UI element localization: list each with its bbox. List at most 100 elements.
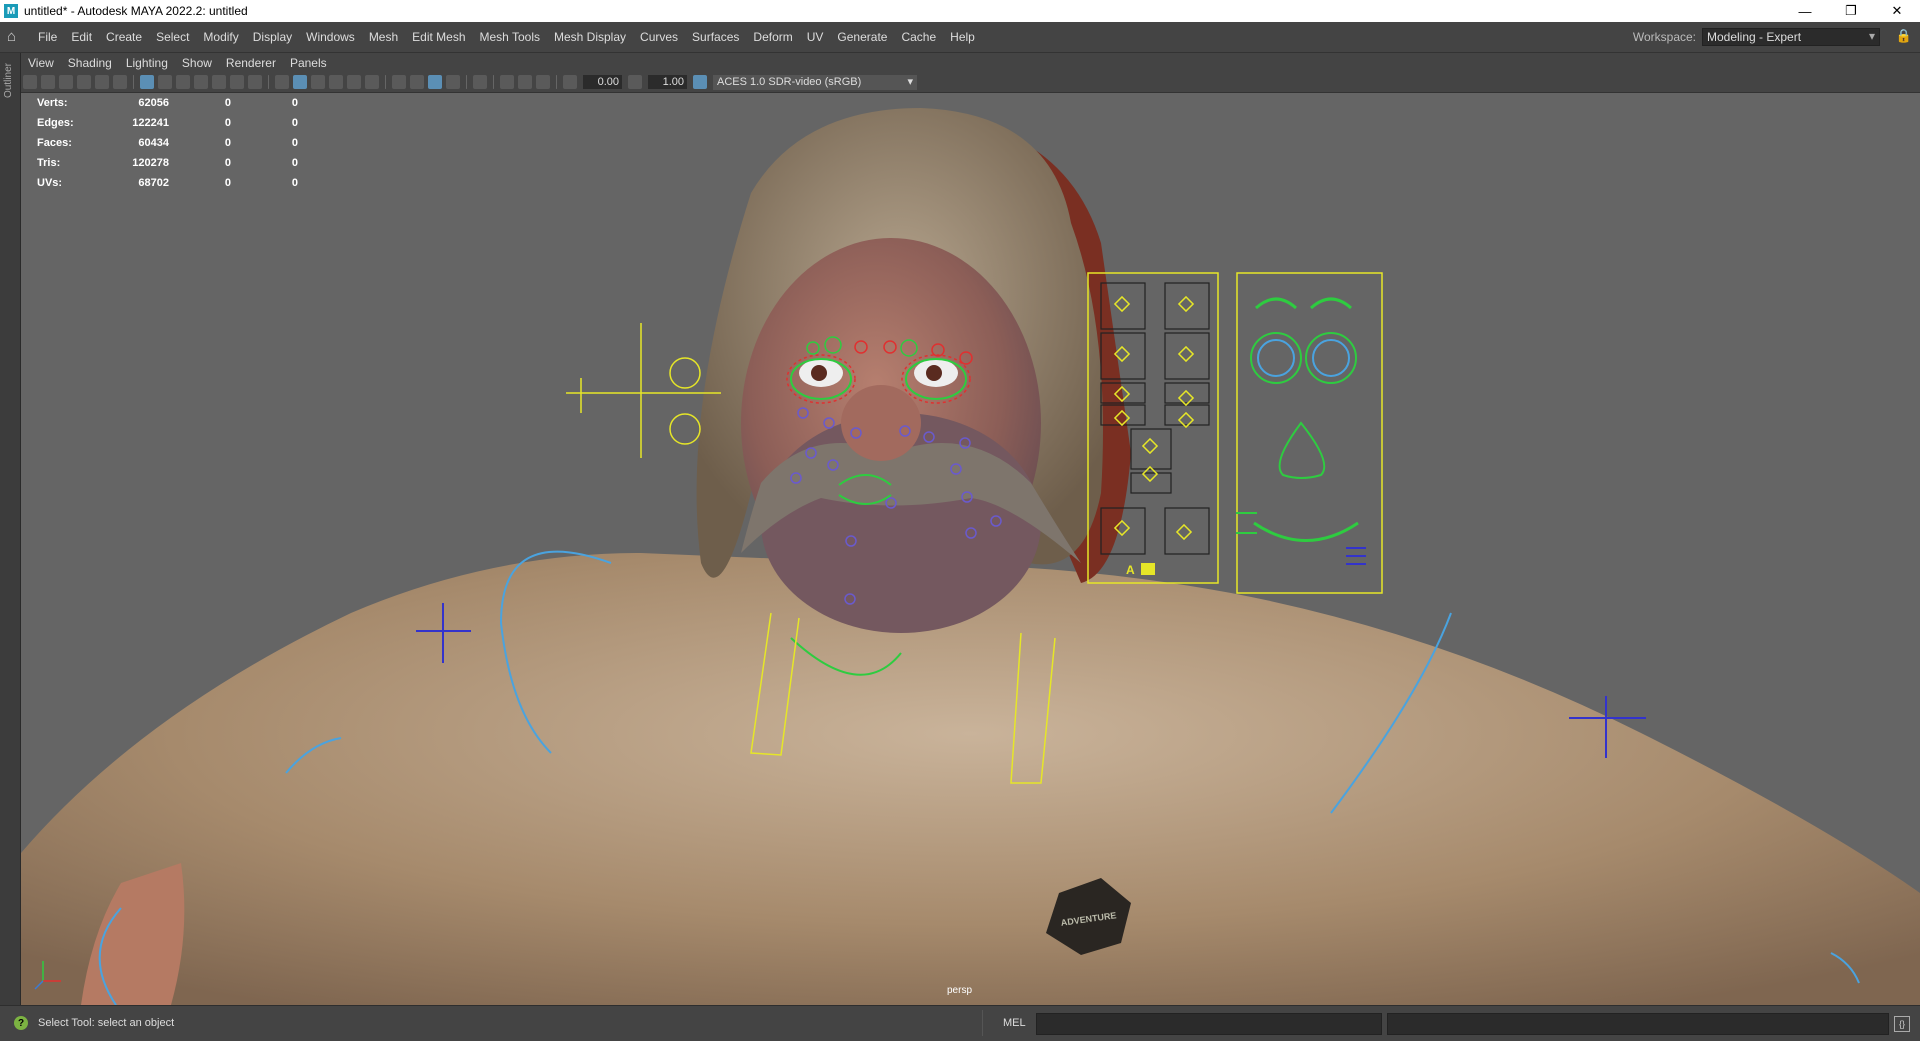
hud-label: Faces: [37,137,72,149]
toolbar-divider [385,75,386,89]
xray-joints-icon[interactable] [536,75,550,89]
chevron-down-icon: ▾ [907,75,913,88]
menu-modify[interactable]: Modify [196,30,245,44]
isolate-select-icon[interactable] [473,75,487,89]
resolution-gate-icon[interactable] [176,75,190,89]
home-icon[interactable]: ⌂ [7,29,23,45]
hud-value: 122241 [132,117,169,129]
exposure-icon[interactable] [563,75,577,89]
safe-title-icon[interactable] [248,75,262,89]
menu-mesh[interactable]: Mesh [362,30,405,44]
command-result-field [1387,1013,1889,1035]
xray-active-components-icon[interactable] [518,75,532,89]
menu-edit-mesh[interactable]: Edit Mesh [405,30,472,44]
left-outliner-strip: Outliner [0,53,21,1005]
script-editor-icon[interactable]: {} [1894,1016,1910,1032]
wireframe-icon[interactable] [275,75,289,89]
menu-mesh-display[interactable]: Mesh Display [547,30,633,44]
menu-select[interactable]: Select [149,30,196,44]
exposure-field[interactable]: 0.00 [583,75,622,89]
panel-menu-panels[interactable]: Panels [283,56,334,70]
outliner-tab[interactable]: Outliner [3,63,14,98]
panel-letter: A [1126,563,1135,577]
2d-pan-zoom-icon[interactable] [95,75,109,89]
menu-curves[interactable]: Curves [633,30,685,44]
title-bar: M untitled* - Autodesk MAYA 2022.2: unti… [0,0,1920,22]
hud-value: 0 [291,137,298,149]
hud-label: UVs: [37,177,63,189]
status-bar: ? Select Tool: select an object MEL {} [0,1005,1920,1041]
gamma-field[interactable]: 1.00 [648,75,687,89]
menu-create[interactable]: Create [99,30,149,44]
panel-menu-shading[interactable]: Shading [61,56,119,70]
menu-file[interactable]: File [31,30,64,44]
restore-button[interactable]: ❐ [1828,0,1874,22]
grid-icon[interactable] [140,75,154,89]
viewport-persp[interactable]: A ADVENTURE Verts: 62056 0 0 Edges: 1222… [21,93,1920,1005]
image-plane-icon[interactable] [77,75,91,89]
camera-attributes-icon[interactable] [41,75,55,89]
menu-cache[interactable]: Cache [894,30,943,44]
hud-label: Tris: [37,157,61,169]
menu-windows[interactable]: Windows [299,30,362,44]
hud-value: 0 [224,97,231,109]
depth-of-field-icon[interactable] [446,75,460,89]
gate-mask-icon[interactable] [194,75,208,89]
color-management-icon[interactable] [693,75,707,89]
film-gate-icon[interactable] [158,75,172,89]
menu-mesh-tools[interactable]: Mesh Tools [473,30,547,44]
hud-row-tris: Tris: 120278 0 0 [37,153,298,173]
toolbar-divider [556,75,557,89]
gamma-icon[interactable] [628,75,642,89]
minimize-button[interactable]: — [1782,0,1828,22]
panel-menu-renderer[interactable]: Renderer [219,56,283,70]
maya-logo-icon: M [4,4,18,18]
panel-menu-bar: View Shading Lighting Show Renderer Pane… [21,53,1920,72]
hud-value: 60434 [138,137,169,149]
textured-icon[interactable] [329,75,343,89]
menu-edit[interactable]: Edit [64,30,99,44]
hud-row-verts: Verts: 62056 0 0 [37,93,298,113]
xray-icon[interactable] [500,75,514,89]
menu-surfaces[interactable]: Surfaces [685,30,746,44]
menu-display[interactable]: Display [246,30,299,44]
camera-name-label: persp [947,985,973,996]
panel-menu-lighting[interactable]: Lighting [119,56,175,70]
hud-value: 0 [224,177,231,189]
menu-uv[interactable]: UV [800,30,831,44]
panel-menu-view[interactable]: View [21,56,61,70]
panel-menu-show[interactable]: Show [175,56,219,70]
toolbar-divider [133,75,134,89]
color-space-dropdown[interactable]: ACES 1.0 SDR-video (sRGB) ▾ [713,74,917,90]
select-camera-icon[interactable] [23,75,37,89]
field-chart-icon[interactable] [212,75,226,89]
anti-aliasing-icon[interactable] [428,75,442,89]
wireframe-on-shaded-icon[interactable] [311,75,325,89]
menu-help[interactable]: Help [943,30,982,44]
head-aim-control [566,323,721,458]
hud-value: 0 [291,117,298,129]
workspace-dropdown[interactable]: Modeling - Expert ▾ [1702,28,1880,46]
motion-blur-icon[interactable] [410,75,424,89]
shadows-icon[interactable] [365,75,379,89]
window-title: untitled* - Autodesk MAYA 2022.2: untitl… [24,4,248,18]
screen-space-ao-icon[interactable] [392,75,406,89]
workspace-label: Workspace: [1632,30,1696,44]
grease-pencil-icon[interactable] [113,75,127,89]
lock-icon[interactable]: 🔒 [1896,28,1912,44]
hud-value: 0 [291,177,298,189]
close-button[interactable]: ✕ [1874,0,1920,22]
menu-generate[interactable]: Generate [830,30,894,44]
hud-value: 62056 [138,97,169,109]
use-all-lights-icon[interactable] [347,75,361,89]
viewport-scene: A ADVENTURE [21,108,1920,1005]
toolbar-divider [466,75,467,89]
safe-action-icon[interactable] [230,75,244,89]
smooth-shade-icon[interactable] [293,75,307,89]
mel-language-toggle[interactable]: MEL [1003,1017,1026,1029]
help-icon[interactable]: ? [14,1016,28,1030]
bookmark-icon[interactable] [59,75,73,89]
toolbar-divider [268,75,269,89]
menu-deform[interactable]: Deform [746,30,799,44]
command-line-input[interactable] [1036,1013,1382,1035]
